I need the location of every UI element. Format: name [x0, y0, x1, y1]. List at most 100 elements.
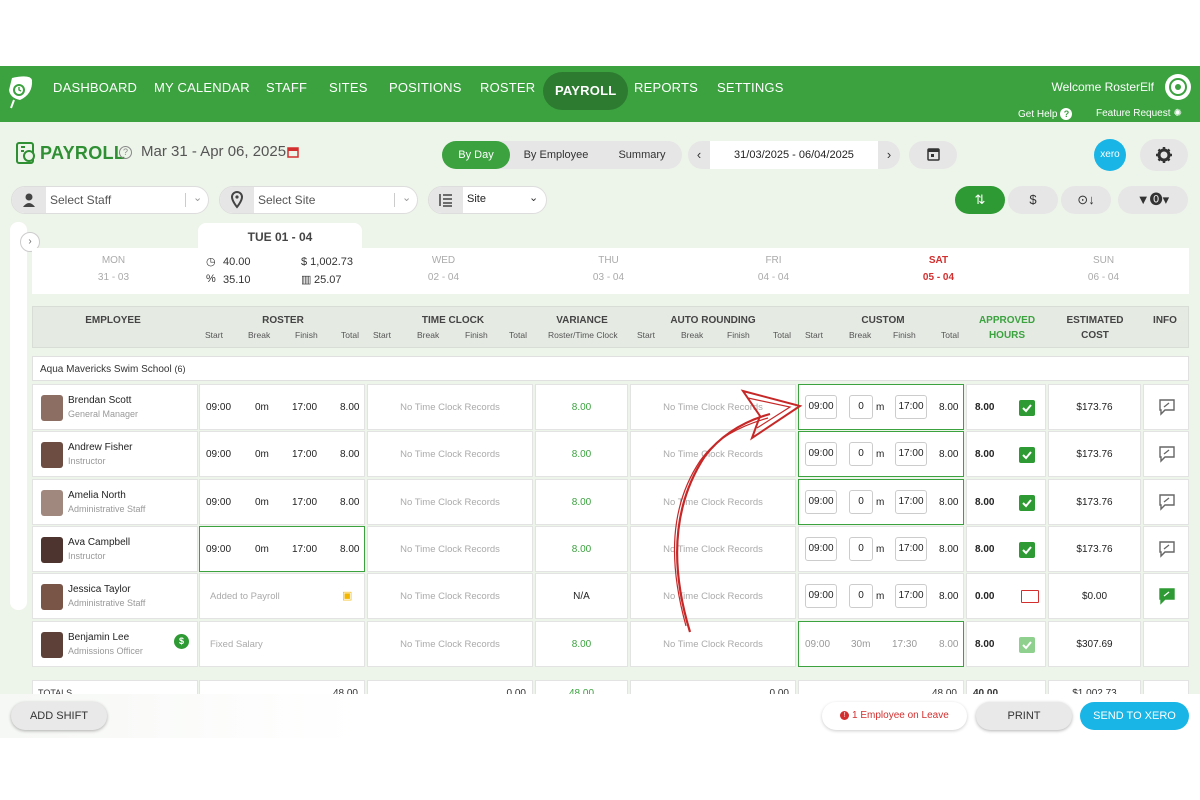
employee-name[interactable]: Jessica Taylor [68, 584, 131, 595]
comment-icon[interactable] [1158, 540, 1176, 558]
auto-rounding-status: No Time Clock Records [663, 496, 763, 508]
custom-break[interactable]: 30m [851, 639, 870, 650]
user-avatar[interactable] [1165, 74, 1191, 100]
custom-break-input[interactable]: 0 [849, 395, 873, 419]
add-shift-button[interactable]: ADD SHIFT [11, 702, 107, 730]
comment-icon[interactable] [1158, 587, 1176, 605]
employee-name[interactable]: Andrew Fisher [68, 442, 132, 453]
select-site-dropdown[interactable]: Select Site ⌄ [219, 186, 418, 214]
sort-az-button[interactable]: ⇅ [955, 186, 1005, 214]
roster-finish[interactable]: 17:00 [292, 449, 317, 460]
custom-finish-input[interactable]: 17:00 [895, 584, 927, 609]
roster-break[interactable]: 0m [255, 402, 269, 413]
custom-finish-input[interactable]: 17:00 [895, 395, 927, 419]
custom-start[interactable]: 09:00 [805, 639, 830, 650]
custom-break-input[interactable]: 0 [849, 442, 873, 467]
custom-finish-input[interactable]: 17:00 [895, 442, 927, 467]
tab-summary[interactable]: Summary [606, 141, 678, 169]
approved-hours: 8.00 [975, 638, 995, 650]
custom-finish-input[interactable]: 17:00 [895, 489, 927, 514]
day-wed[interactable]: WED 02 - 04 [362, 248, 525, 292]
custom-start-input[interactable]: 09:00 [805, 395, 837, 419]
sort-cost-button[interactable]: $ [1008, 186, 1058, 214]
day-thu[interactable]: THU 03 - 04 [527, 248, 690, 292]
tab-by-employee[interactable]: By Employee [514, 141, 598, 169]
xero-button[interactable]: xero [1094, 139, 1126, 171]
get-help-link[interactable]: Get Help ? [1018, 108, 1073, 120]
next-week-chevron-icon[interactable]: › [878, 141, 900, 169]
leave-book-icon[interactable] [1021, 590, 1039, 604]
group-by-dropdown[interactable]: Site ⌄ [428, 186, 547, 214]
rosterelf-logo-icon[interactable] [6, 74, 34, 110]
side-scrollbar[interactable] [10, 222, 27, 610]
roster-start[interactable]: 09:00 [206, 544, 231, 555]
approved-checkbox-icon[interactable] [1019, 636, 1035, 653]
custom-start-input[interactable]: 09:00 [805, 442, 837, 467]
employee-name[interactable]: Amelia North [68, 490, 126, 501]
col-roster: ROSTER [262, 315, 304, 326]
nav-roster[interactable]: ROSTER [480, 80, 535, 95]
avatar [41, 442, 63, 469]
nav-reports[interactable]: REPORTS [634, 80, 698, 95]
group-row[interactable]: Aqua Mavericks Swim School (6) [32, 356, 1189, 381]
nav-staff[interactable]: STAFF [266, 80, 307, 95]
info-cell [1143, 384, 1189, 430]
nav-payroll[interactable]: PAYROLL [543, 72, 629, 110]
roster-break[interactable]: 0m [255, 544, 269, 555]
employee-cell: Andrew Fisher Instructor [32, 431, 198, 478]
help-circle-icon[interactable]: ? [119, 146, 132, 159]
custom-finish[interactable]: 17:30 [892, 639, 917, 650]
employee-name[interactable]: Brendan Scott [68, 395, 131, 406]
roster-finish[interactable]: 17:00 [292, 497, 317, 508]
filter-button[interactable]: ▼⓿▾ [1118, 186, 1188, 214]
day-mon[interactable]: MON 31 - 03 [32, 248, 195, 292]
day-sat[interactable]: SAT 05 - 04 [857, 248, 1020, 292]
calendar-red-icon[interactable] [287, 146, 299, 158]
approved-checkbox-icon[interactable] [1019, 400, 1035, 416]
send-to-xero-button[interactable]: SEND TO XERO [1080, 702, 1189, 730]
roster-start[interactable]: 09:00 [206, 497, 231, 508]
nav-my-calendar[interactable]: MY CALENDAR [154, 80, 250, 95]
settings-button[interactable] [1140, 139, 1188, 171]
roster-break[interactable]: 0m [255, 449, 269, 460]
select-staff-dropdown[interactable]: Select Staff ⌄ [11, 186, 209, 214]
comment-icon[interactable] [1158, 398, 1176, 416]
custom-break-input[interactable]: 0 [849, 489, 873, 514]
day-date: 31 - 03 [97, 272, 130, 283]
nav-sites[interactable]: SITES [329, 80, 368, 95]
custom-start-input[interactable]: 09:00 [805, 584, 837, 609]
custom-finish-input[interactable]: 17:00 [895, 536, 927, 561]
employee-on-leave-button[interactable]: ! 1 Employee on Leave [822, 702, 967, 730]
roster-finish[interactable]: 17:00 [292, 544, 317, 555]
day-fri[interactable]: FRI 04 - 04 [692, 248, 855, 292]
calendar-picker-button[interactable] [909, 141, 957, 169]
employee-name[interactable]: Ava Campbell [68, 537, 130, 548]
comment-icon[interactable] [1158, 493, 1176, 511]
feature-request-link[interactable]: Feature Request ✺ [1096, 108, 1182, 119]
comment-icon[interactable] [1158, 445, 1176, 463]
nav-dashboard[interactable]: DASHBOARD [53, 80, 137, 95]
sort-time-button[interactable]: ⊙↓ [1061, 186, 1111, 214]
calendar-yellow-icon[interactable]: ▣ [342, 589, 352, 602]
roster-start[interactable]: 09:00 [206, 402, 231, 413]
day-sun[interactable]: SUN 06 - 04 [1022, 248, 1185, 292]
custom-break-input[interactable]: 0 [849, 536, 873, 561]
day-tue-selected[interactable]: TUE 01 - 04 ◷ 40.00 $ 1,002.73 % 35.10 ▥… [198, 223, 362, 294]
custom-start-input[interactable]: 09:00 [805, 489, 837, 514]
print-button[interactable]: PRINT [976, 702, 1072, 730]
custom-start-input[interactable]: 09:00 [805, 536, 837, 561]
roster-finish[interactable]: 17:00 [292, 402, 317, 413]
roster-cell: 09:00 0m 17:00 8.00 [199, 431, 365, 478]
tab-by-day[interactable]: By Day [442, 141, 510, 169]
roster-break[interactable]: 0m [255, 497, 269, 508]
roster-start[interactable]: 09:00 [206, 449, 231, 460]
nav-positions[interactable]: POSITIONS [389, 80, 462, 95]
employee-name[interactable]: Benjamin Lee [68, 632, 129, 643]
custom-break-input[interactable]: 0 [849, 584, 873, 609]
approved-checkbox-icon[interactable] [1019, 447, 1035, 464]
approved-checkbox-icon[interactable] [1019, 494, 1035, 511]
nav-settings[interactable]: SETTINGS [717, 80, 784, 95]
date-range-input[interactable]: 31/03/2025 - 06/04/2025 [710, 141, 878, 169]
approved-checkbox-icon[interactable] [1019, 541, 1035, 558]
prev-week-chevron-icon[interactable]: ‹ [688, 141, 710, 169]
